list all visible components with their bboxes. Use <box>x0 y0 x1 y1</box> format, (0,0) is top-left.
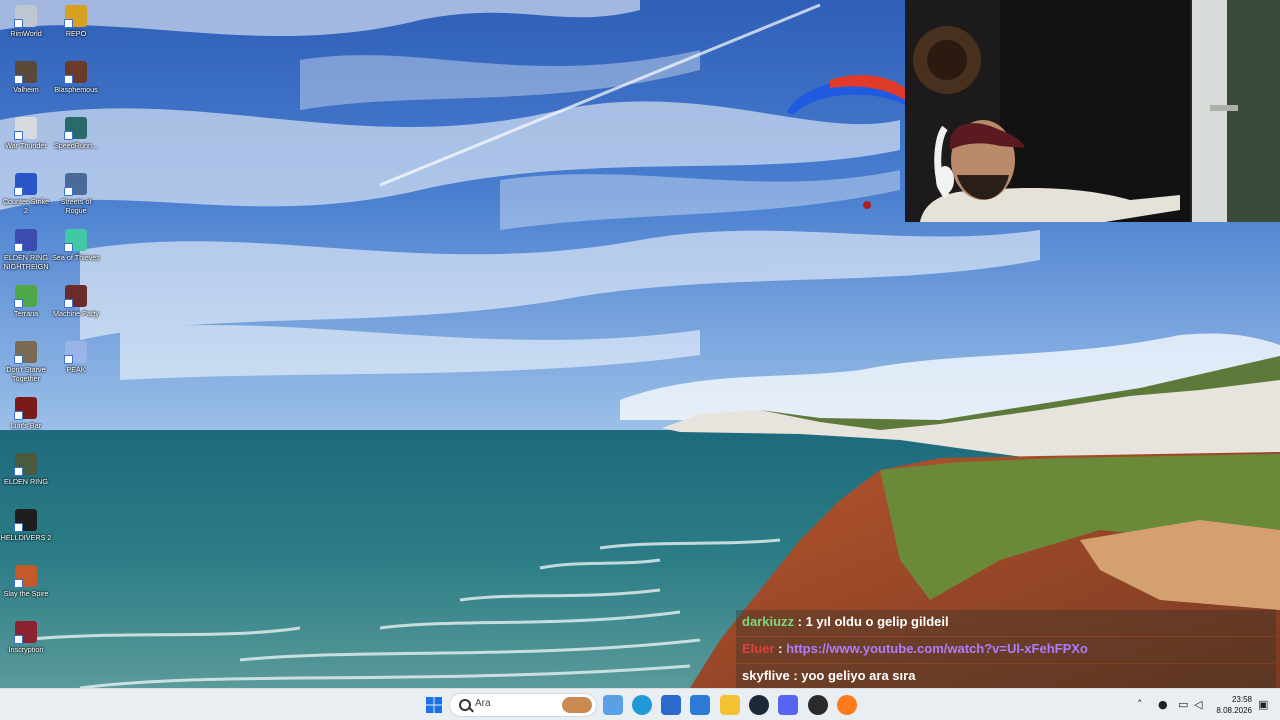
chat-separator: : <box>794 614 806 629</box>
desktop-icon-elden-ring-nightreign[interactable]: ELDEN RING NIGHTREIGN <box>0 229 52 271</box>
outlook-icon[interactable] <box>690 695 710 715</box>
desktop-icon-label: PEAK <box>66 365 86 374</box>
taskbar-search[interactable]: Ara <box>449 693 597 717</box>
desktop-icon-rimworld[interactable]: RimWorld <box>0 5 52 38</box>
chat-text: 1 yıl oldu o gelip gildeil <box>805 614 949 629</box>
desktop-icon-label: SpeedRunn... <box>54 141 98 150</box>
obs-icon[interactable] <box>808 695 828 715</box>
desktop-icon-label: Machine Party <box>53 309 99 318</box>
desktop-icon-label: Inscryption <box>8 645 44 654</box>
microphone-icon[interactable]: ● <box>1158 698 1168 712</box>
chat-username: Eluer <box>742 641 775 656</box>
taskbar-clock[interactable]: 23:58 8.08.2026 <box>1216 694 1252 716</box>
search-placeholder: Ara <box>475 698 491 709</box>
desktop-icon-dont-starve-together[interactable]: Don't Starve Together <box>0 341 52 383</box>
chat-username: skyflive <box>742 668 790 683</box>
blasphemous-icon <box>64 61 87 84</box>
desktop-icon-slay-the-spire[interactable]: Slay the Spire <box>0 565 52 598</box>
elden-ring-icon <box>14 453 37 476</box>
discord-icon[interactable] <box>778 695 798 715</box>
desktop-icon-peak[interactable]: PEAK <box>50 341 102 374</box>
file-explorer-icon[interactable] <box>720 695 740 715</box>
chat-separator: : <box>774 641 787 656</box>
helldivers-2-icon <box>14 509 37 532</box>
chat-text: yoo geliyo ara sıra <box>801 668 916 683</box>
desktop-icon-valheim[interactable]: Valheim <box>0 61 52 94</box>
desktop-icon-speedrunners[interactable]: SpeedRunn... <box>50 117 102 150</box>
desktop-icon-label: REPO <box>65 29 87 38</box>
inscryption-icon <box>14 621 37 644</box>
desktop-icon-label: Streets of Rogue <box>60 197 92 215</box>
desktop-icon-blasphemous[interactable]: Blasphemous <box>50 61 102 94</box>
desktop-icon-liars-bar[interactable]: Liar's Bar <box>0 397 52 430</box>
desktop-icon-label: Valheim <box>13 85 39 94</box>
chat-separator: : <box>789 668 802 683</box>
chat-link[interactable]: https://www.youtube.com/watch?v=Ul-xFehF… <box>786 641 1088 656</box>
chat-message: Eluer : https://www.youtube.com/watch?v=… <box>736 637 1276 663</box>
counter-strike-2-icon <box>14 173 37 196</box>
war-thunder-icon <box>14 117 37 140</box>
start-icon[interactable] <box>424 695 444 715</box>
desktop-icon-counter-strike-2[interactable]: Counter-Strike 2 <box>0 173 52 215</box>
desktop-icon-label: Don't Starve Together <box>6 365 46 383</box>
webcam-overlay <box>905 0 1280 222</box>
desktop-icon-label: Blasphemous <box>54 85 98 94</box>
chat-username: darkiuzz <box>742 614 795 629</box>
search-highlight-icon <box>562 697 592 713</box>
elden-ring-nightreign-icon <box>14 229 37 252</box>
desktop-icon-label: Counter-Strike 2 <box>2 197 50 215</box>
stream-chat: darkiuzz : 1 yıl oldu o gelip gildeil El… <box>736 610 1276 691</box>
desktop-icon-elden-ring[interactable]: ELDEN RING <box>0 453 52 486</box>
notification-icon[interactable]: ▣ <box>1258 698 1268 712</box>
rimworld-icon <box>14 5 37 28</box>
chevron-up-icon[interactable]: ˄ <box>1137 698 1143 712</box>
desktop-icon-label: Terraria <box>13 309 39 318</box>
clock-date: 8.08.2026 <box>1216 706 1252 715</box>
edge-icon[interactable] <box>632 695 652 715</box>
chat-message: skyflive : yoo geliyo ara sıra <box>736 664 1276 690</box>
widgets-icon[interactable] <box>603 695 623 715</box>
search-icon <box>459 699 471 711</box>
desktop-icon-label: ELDEN RING <box>4 477 48 486</box>
desktop-icon-label: Slay the Spire <box>3 589 49 598</box>
network-icon[interactable]: ▭ <box>1178 698 1188 712</box>
desktop-icon-streets-of-rogue[interactable]: Streets of Rogue <box>50 173 102 215</box>
desktop-icon-label: HELLDIVERS 2 <box>0 533 52 542</box>
valheim-icon <box>14 61 37 84</box>
machine-party-icon <box>64 285 87 308</box>
desktop-icon-label: Liar's Bar <box>10 421 42 430</box>
peak-icon <box>64 341 87 364</box>
desktop-icon-sea-of-thieves[interactable]: Sea of Thieves <box>50 229 102 262</box>
firefox-icon[interactable] <box>837 695 857 715</box>
steam-icon[interactable] <box>749 695 769 715</box>
dont-starve-together-icon <box>14 341 37 364</box>
desktop-icon-label: War Thunder <box>5 141 47 150</box>
desktop-icon-repo[interactable]: REPO <box>50 5 102 38</box>
desktop-icon-label: Sea of Thieves <box>52 253 100 262</box>
desktop-icon-helldivers-2[interactable]: HELLDIVERS 2 <box>0 509 52 542</box>
liars-bar-icon <box>14 397 37 420</box>
speedrunners-icon <box>64 117 87 140</box>
volume-icon[interactable]: ◁ <box>1194 698 1202 712</box>
desktop-icon-label: RimWorld <box>10 29 42 38</box>
repo-icon <box>64 5 87 28</box>
chat-message: darkiuzz : 1 yıl oldu o gelip gildeil <box>736 610 1276 636</box>
clock-time: 23:58 <box>1231 695 1252 704</box>
store-icon[interactable] <box>661 695 681 715</box>
sea-of-thieves-icon <box>64 229 87 252</box>
desktop-icon-machine-party[interactable]: Machine Party <box>50 285 102 318</box>
desktop-icon-inscryption[interactable]: Inscryption <box>0 621 52 654</box>
terraria-icon <box>14 285 37 308</box>
streets-of-rogue-icon <box>64 173 87 196</box>
slay-the-spire-icon <box>14 565 37 588</box>
desktop-icon-label: ELDEN RING NIGHTREIGN <box>3 253 49 271</box>
desktop-icon-terraria[interactable]: Terraria <box>0 285 52 318</box>
taskbar: Ara ˄ ● ▭ ◁ 23:58 8.08.2026 ▣ <box>0 688 1280 720</box>
desktop-icon-war-thunder[interactable]: War Thunder <box>0 117 52 150</box>
